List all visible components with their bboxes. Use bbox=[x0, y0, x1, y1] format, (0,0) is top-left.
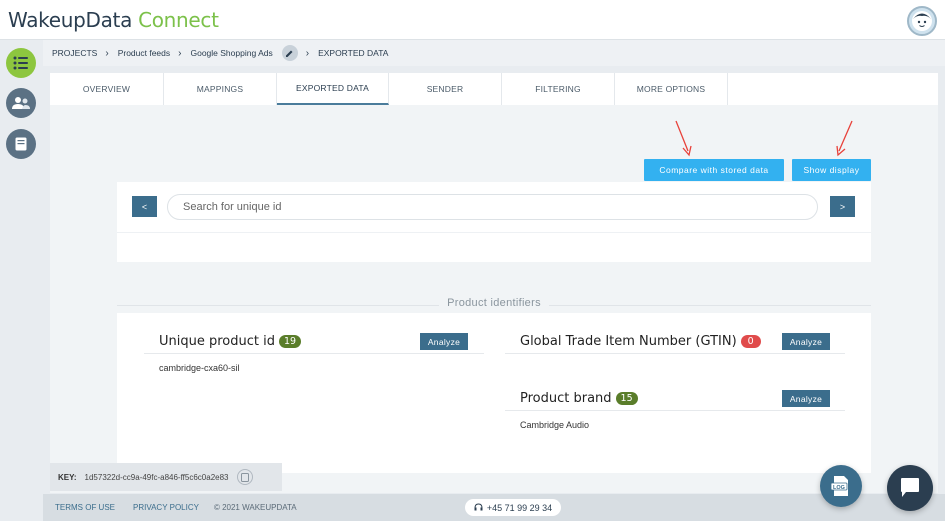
count-badge: 19 bbox=[278, 335, 302, 348]
app-logo[interactable]: WakeupData Connect bbox=[8, 8, 219, 32]
search-input[interactable] bbox=[167, 194, 818, 220]
tab-overview[interactable]: OVERVIEW bbox=[50, 73, 164, 105]
field-title-gtin: Global Trade Item Number (GTIN) 0 bbox=[520, 334, 761, 349]
terms-link[interactable]: TERMS OF USE bbox=[55, 503, 115, 512]
chat-button[interactable] bbox=[887, 465, 933, 511]
analyze-button-gtin[interactable]: Analyze bbox=[782, 333, 830, 350]
users-icon bbox=[12, 97, 30, 109]
analyze-button-unique-id[interactable]: Analyze bbox=[420, 333, 468, 350]
field-value-brand: Cambridge Audio bbox=[520, 420, 590, 430]
analyze-button-brand[interactable]: Analyze bbox=[782, 390, 830, 407]
divider bbox=[117, 232, 871, 233]
count-badge: 0 bbox=[740, 335, 761, 348]
divider bbox=[505, 353, 845, 354]
field-label: Product brand bbox=[520, 391, 612, 406]
tab-sender[interactable]: SENDER bbox=[389, 73, 502, 105]
headset-icon bbox=[474, 503, 483, 511]
top-bar: WakeupData Connect bbox=[0, 0, 945, 40]
sidebar-item-projects[interactable] bbox=[6, 48, 36, 78]
tab-filtering[interactable]: FILTERING bbox=[502, 73, 615, 105]
tab-bar: OVERVIEW MAPPINGS EXPORTED DATA SENDER F… bbox=[50, 73, 938, 105]
chevron-right-icon: › bbox=[178, 47, 182, 59]
field-title-unique-id: Unique product id 19 bbox=[159, 334, 302, 349]
search-card: < > bbox=[117, 182, 871, 262]
copy-icon[interactable] bbox=[236, 469, 253, 485]
key-label: KEY: bbox=[58, 472, 77, 482]
breadcrumb: PROJECTS › Product feeds › Google Shoppi… bbox=[43, 40, 945, 66]
show-display-button[interactable]: Show display bbox=[792, 159, 871, 181]
copyright-text: © 2021 WAKEUPDATA bbox=[213, 503, 297, 512]
breadcrumb-current: EXPORTED DATA bbox=[318, 48, 389, 58]
phone-number: +45 71 99 29 34 bbox=[486, 502, 553, 513]
section-title-text: Product identifiers bbox=[439, 297, 549, 309]
tab-exported-data[interactable]: EXPORTED DATA bbox=[277, 73, 389, 105]
prev-button[interactable]: < bbox=[132, 196, 157, 217]
logo-connect: Connect bbox=[138, 8, 219, 32]
log-text: LOG bbox=[833, 485, 845, 491]
chat-bubble-icon bbox=[901, 478, 919, 497]
chevron-right-icon: › bbox=[305, 47, 310, 59]
user-avatar[interactable] bbox=[907, 6, 937, 36]
avatar-face-icon bbox=[912, 11, 932, 31]
sidebar-item-users[interactable] bbox=[6, 88, 36, 118]
breadcrumb-product-feeds[interactable]: Product feeds bbox=[118, 48, 170, 58]
main-content: OVERVIEW MAPPINGS EXPORTED DATA SENDER F… bbox=[50, 73, 938, 493]
breadcrumb-google-shopping[interactable]: Google Shopping Ads bbox=[190, 48, 272, 58]
logo-wakeupdata: WakeupData bbox=[8, 8, 133, 32]
left-sidebar bbox=[0, 40, 43, 521]
breadcrumb-projects[interactable]: PROJECTS bbox=[52, 48, 97, 58]
product-identifiers-card: Unique product id 19 Analyze cambridge-cx… bbox=[117, 313, 871, 473]
footer: TERMS OF USE PRIVACY POLICY © 2021 WAKEU… bbox=[43, 494, 945, 521]
tab-mappings[interactable]: MAPPINGS bbox=[164, 73, 277, 105]
key-box: KEY: 1d57322d-cc9a-49fc-a846-ff5c6c0a2e8… bbox=[50, 463, 282, 491]
pencil-icon[interactable] bbox=[281, 45, 298, 61]
annotation-arrow-icon bbox=[675, 120, 692, 157]
count-badge: 15 bbox=[615, 392, 638, 405]
field-label: Unique product id bbox=[159, 334, 275, 349]
log-button[interactable]: LOG bbox=[820, 465, 862, 507]
sidebar-item-docs[interactable] bbox=[6, 129, 36, 159]
tab-more-options[interactable]: MORE OPTIONS bbox=[615, 73, 728, 105]
section-title: Product identifiers bbox=[117, 297, 871, 313]
book-icon bbox=[15, 137, 27, 151]
next-button[interactable]: > bbox=[830, 196, 855, 217]
chevron-right-icon: › bbox=[105, 47, 109, 59]
divider bbox=[505, 410, 845, 411]
list-icon bbox=[13, 56, 28, 70]
field-value-unique-id: cambridge-cxa60-sil bbox=[159, 363, 240, 373]
field-title-brand: Product brand 15 bbox=[520, 391, 638, 406]
compare-stored-data-button[interactable]: Compare with stored data bbox=[644, 159, 784, 181]
log-document-icon: LOG bbox=[831, 476, 848, 496]
annotation-arrow-icon bbox=[836, 120, 853, 157]
privacy-link[interactable]: PRIVACY POLICY bbox=[133, 503, 199, 512]
divider bbox=[144, 353, 484, 354]
key-value: 1d57322d-cc9a-49fc-a846-ff5c6c0a2e83 bbox=[84, 472, 229, 482]
phone-pill[interactable]: +45 71 99 29 34 bbox=[465, 499, 561, 516]
field-label: Global Trade Item Number (GTIN) bbox=[520, 334, 737, 349]
